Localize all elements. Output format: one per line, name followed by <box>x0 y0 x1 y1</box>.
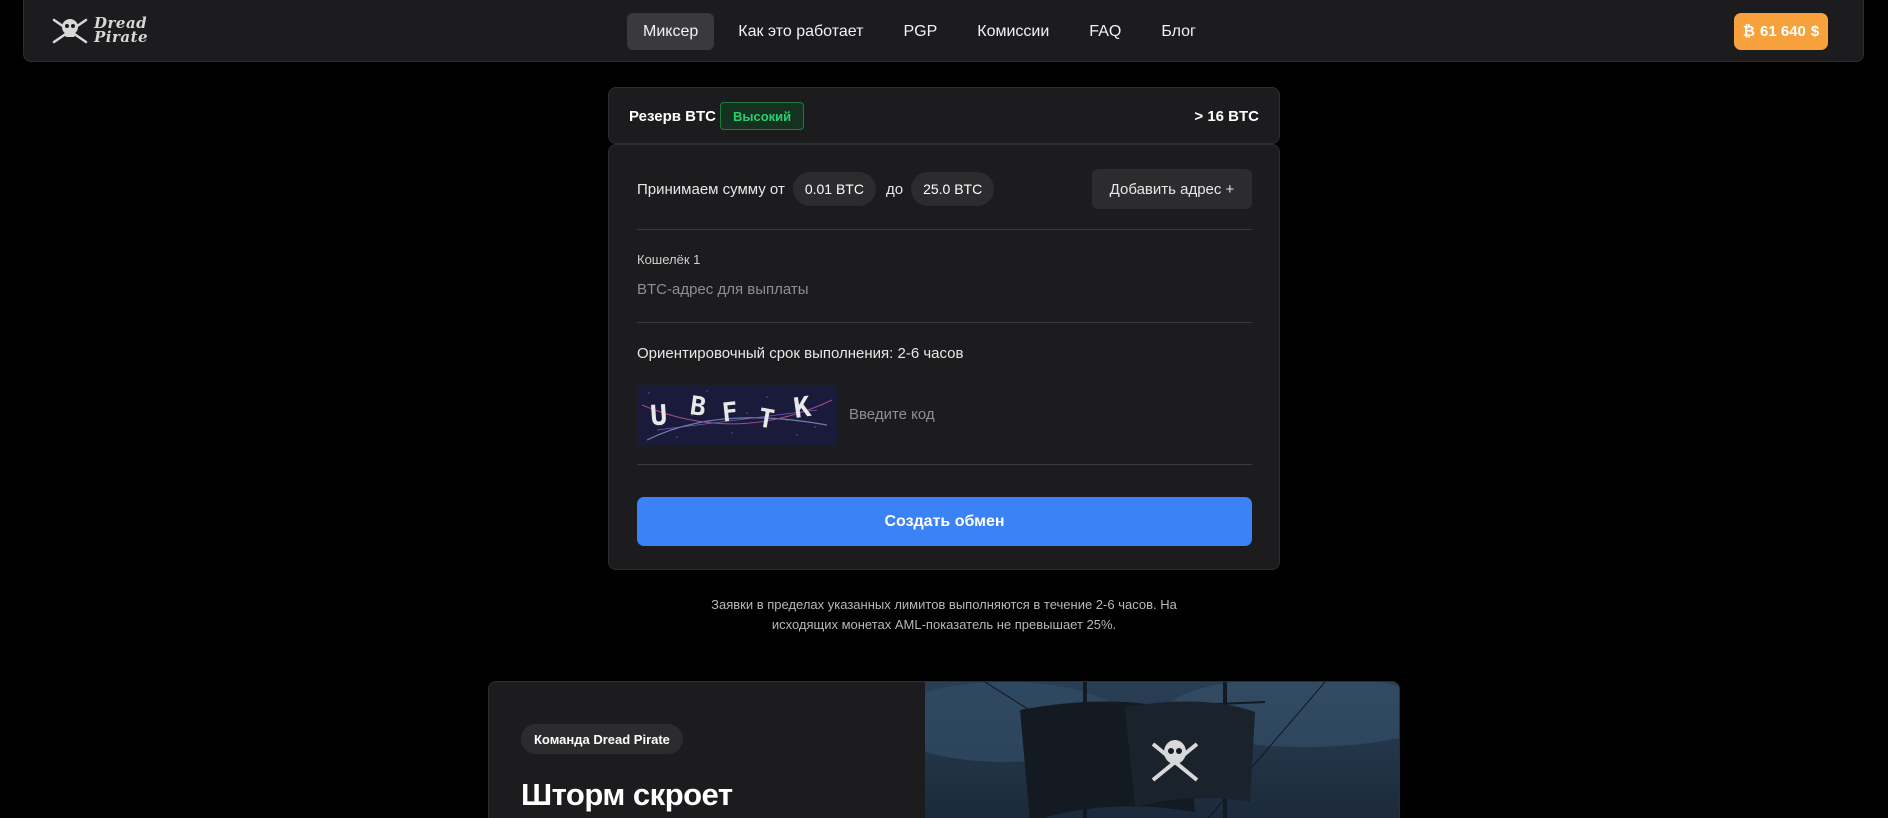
min-amount-pill: 0.01 BTC <box>792 172 876 206</box>
nav-item-mixer[interactable]: Миксер <box>627 13 715 50</box>
promo-title: Шторм скроет <box>521 777 733 812</box>
divider <box>637 229 1252 230</box>
logo[interactable]: Dread Pirate <box>50 12 152 48</box>
accept-range: Принимаем сумму от 0.01 BTC до 25.0 BTC <box>637 171 1002 207</box>
divider <box>637 322 1252 323</box>
accept-to-word: до <box>885 180 904 198</box>
promo-card: Команда Dread Pirate Шторм скроет <box>488 681 1400 818</box>
btc-address-input[interactable] <box>637 275 1252 303</box>
nav-item-fees[interactable]: Комиссии <box>961 13 1065 50</box>
limits-note-line1: Заявки в пределах указанных лимитов выпо… <box>711 597 1177 612</box>
reserve-value: > 16 BTC <box>1194 108 1259 125</box>
captcha-image[interactable]: U B F T K <box>637 385 837 445</box>
btc-price-value: 61 640 <box>1760 23 1806 40</box>
accept-prefix: Принимаем сумму от <box>637 180 785 198</box>
reserve-label: Резерв BTC <box>629 108 716 125</box>
top-navbar: Dread Pirate Миксер Как это работает PGP… <box>23 0 1864 62</box>
nav-item-faq[interactable]: FAQ <box>1073 13 1137 50</box>
nav-item-blog[interactable]: Блог <box>1145 13 1212 50</box>
create-exchange-button[interactable]: Создать обмен <box>637 497 1252 546</box>
mixer-form: Принимаем сумму от 0.01 BTC до 25.0 BTC … <box>608 144 1280 570</box>
limits-note: Заявки в пределах указанных лимитов выпо… <box>694 595 1194 635</box>
pirate-ship-illustration <box>925 682 1399 818</box>
main-nav: Миксер Как это работает PGP Комиссии FAQ… <box>627 13 1220 50</box>
btc-price-currency: $ <box>1810 23 1820 40</box>
logo-text: Dread Pirate <box>94 16 149 46</box>
limits-note-line2: исходящих монетах AML-показатель не прев… <box>771 617 1117 632</box>
captcha-input[interactable] <box>849 400 1149 428</box>
reserve-status-badge: Высокий <box>720 102 805 130</box>
max-amount-pill: 25.0 BTC <box>911 172 995 206</box>
wallet-label: Кошелёк 1 <box>637 252 701 267</box>
promo-badge: Команда Dread Pirate <box>521 724 683 754</box>
divider <box>637 464 1252 465</box>
add-address-button[interactable]: Добавить адрес + <box>1092 169 1252 209</box>
bitcoin-icon: ₿ <box>1742 23 1755 40</box>
logo-text-line2: Pirate <box>94 28 149 46</box>
skull-crossbones-icon <box>52 18 88 44</box>
reserve-panel: Резерв BTC Высокий > 16 BTC <box>608 87 1280 144</box>
svg-text:F: F <box>721 397 740 428</box>
eta-text: Ориентировочный срок выполнения: 2-6 час… <box>637 345 964 362</box>
btc-price-button[interactable]: ₿ 61 640 $ <box>1734 13 1828 50</box>
nav-item-how-it-works[interactable]: Как это работает <box>722 13 879 50</box>
svg-text:U: U <box>649 398 668 432</box>
nav-item-pgp[interactable]: PGP <box>887 13 953 50</box>
